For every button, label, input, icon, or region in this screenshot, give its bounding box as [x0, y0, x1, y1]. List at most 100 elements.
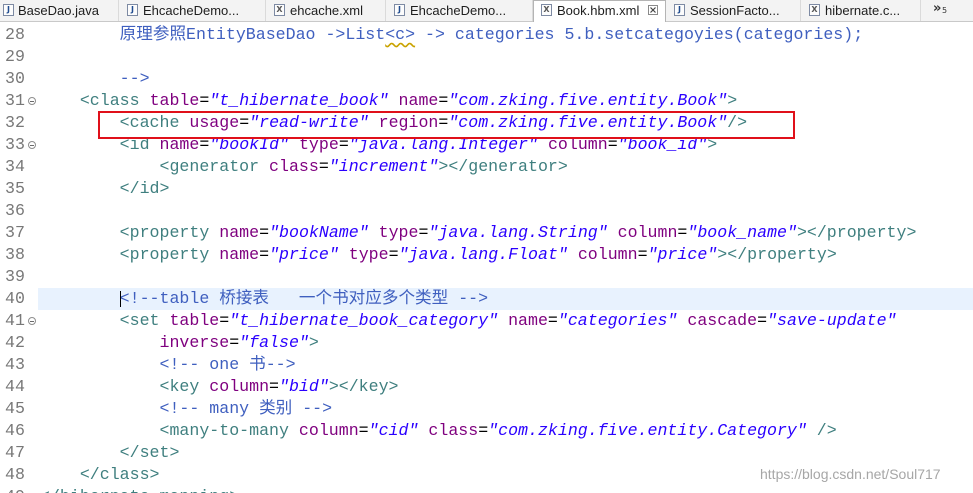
code-token-attr: type: [348, 245, 389, 264]
code-token-txt: =: [757, 311, 768, 330]
code-text: <!--table 桥接表 一个书对应多个类型 -->: [40, 288, 488, 310]
code-line[interactable]: 43 <!-- one 书-->: [0, 354, 973, 376]
code-token-val: "java.lang.String": [428, 223, 608, 242]
code-text: <cache usage="read-write" region="com.zk…: [40, 112, 747, 134]
code-line[interactable]: 44 <key column="bid"></key>: [0, 376, 973, 398]
code-text: </set>: [40, 442, 180, 464]
code-token-txt: =: [318, 157, 329, 176]
code-token-val: "book_id": [617, 135, 708, 154]
tab-hibernate-cfg-xml[interactable]: hibernate.c...: [801, 0, 921, 21]
code-token-attr: column: [617, 223, 678, 242]
line-number: 41: [5, 311, 25, 330]
code-line[interactable]: 29: [0, 46, 973, 68]
tab-book-hbm-xml[interactable]: Book.hbm.xml: [533, 0, 666, 22]
code-text: </class>: [40, 464, 160, 486]
tab-ehcache-xml[interactable]: ehcache.xml: [266, 0, 386, 21]
code-line[interactable]: 36: [0, 200, 973, 222]
code-text: <key column="bid"></key>: [40, 376, 398, 398]
code-line[interactable]: 46 <many-to-many column="cid" class="com…: [0, 420, 973, 442]
code-token-txt: =: [219, 311, 230, 330]
tab-sessionfactory-java[interactable]: SessionFacto...: [666, 0, 801, 21]
tab-basedao-java[interactable]: BaseDao.java: [0, 0, 119, 21]
tab-label: ehcache.xml: [290, 3, 363, 18]
code-token-attr: column: [577, 245, 638, 264]
tab-label: hibernate.c...: [825, 3, 901, 18]
tab-label: SessionFacto...: [690, 3, 780, 18]
code-token-attr: class: [428, 421, 479, 440]
code-token-cmt: <!-- one 书-->: [40, 355, 296, 374]
line-number: 49: [5, 486, 25, 493]
code-token-tag: >: [707, 135, 718, 154]
code-text: <id name="bookId" type="java.lang.Intege…: [40, 134, 718, 156]
code-line[interactable]: 47 </set>: [0, 442, 973, 464]
code-line[interactable]: 38 <property name="price" type="java.lan…: [0, 244, 973, 266]
code-token-attr: type: [378, 223, 419, 242]
code-token-val: "java.lang.Float": [398, 245, 568, 264]
code-token-txt: =: [199, 135, 210, 154]
fold-collapse-icon[interactable]: [28, 317, 36, 325]
code-token-tag: />: [727, 113, 748, 132]
code-token-attr: class: [269, 157, 319, 176]
code-token-attr: name: [398, 91, 439, 110]
code-lines: 28 原理参照EntityBaseDao ->List<c> -> catego…: [0, 24, 973, 493]
code-token-cmt: -> categories 5.b.setcategoyies(categori…: [415, 25, 864, 44]
tab-ehcachedemo-java[interactable]: EhcacheDemo...: [119, 0, 266, 21]
code-token-attr: inverse: [40, 333, 230, 352]
tab-ehcachedemo-java-2[interactable]: EhcacheDemo...: [386, 0, 533, 21]
code-line[interactable]: 49 </hibernate-mapping>: [0, 486, 973, 493]
code-line[interactable]: 39: [0, 266, 973, 288]
editor-tab-bar: BaseDao.java EhcacheDemo... ehcache.xml …: [0, 0, 973, 22]
tab-overflow-button[interactable]: » 5: [933, 0, 957, 21]
line-number: 47: [5, 443, 25, 462]
line-number: 33: [5, 135, 25, 154]
code-text: <set table="t_hibernate_book_category" n…: [40, 310, 897, 332]
code-line[interactable]: 37 <property name="bookName" type="java.…: [0, 222, 973, 244]
code-token-tag: ></property>: [796, 223, 917, 242]
code-line[interactable]: 32 <cache usage="read-write" region="com…: [0, 112, 973, 134]
code-token-txt: =: [338, 135, 349, 154]
code-line[interactable]: 45 <!-- many 类别 -->: [0, 398, 973, 420]
code-line[interactable]: 35 </id>: [0, 178, 973, 200]
code-line[interactable]: 34 <generator class="increment"></genera…: [0, 156, 973, 178]
close-icon[interactable]: [648, 5, 658, 15]
tab-label: Book.hbm.xml: [557, 3, 640, 18]
fold-collapse-icon[interactable]: [28, 97, 36, 105]
code-line[interactable]: 30 -->: [0, 68, 973, 90]
line-number: 37: [5, 223, 25, 242]
code-text: </id>: [40, 178, 170, 200]
code-line[interactable]: 28 原理参照EntityBaseDao ->List<c> -> catego…: [0, 24, 973, 46]
code-line[interactable]: 42 inverse="false">: [0, 332, 973, 354]
code-line[interactable]: 41 <set table="t_hibernate_book_category…: [0, 310, 973, 332]
code-token-cmt: <!--table 桥接表 一个书对应多个类型 -->: [40, 289, 489, 308]
code-token-val: "save-update": [767, 311, 897, 330]
line-number: 31: [5, 91, 25, 110]
code-line[interactable]: 31 <class table="t_hibernate_book" name=…: [0, 90, 973, 112]
code-text: <!-- many 类别 -->: [40, 398, 332, 420]
code-token-tag: <property: [40, 245, 210, 264]
current-code-line[interactable]: 40 <!--table 桥接表 一个书对应多个类型 -->: [0, 288, 973, 310]
fold-collapse-icon[interactable]: [28, 141, 36, 149]
line-number: 30: [5, 69, 25, 88]
code-token-txt: =: [259, 245, 270, 264]
code-token-txt: =: [199, 91, 210, 110]
code-line[interactable]: 33 <id name="bookId" type="java.lang.Int…: [0, 134, 973, 156]
xml-source-editor[interactable]: 28 原理参照EntityBaseDao ->List<c> -> catego…: [0, 22, 973, 493]
line-number: 36: [5, 201, 25, 220]
code-token-val: "com.zking.five.entity.Category": [488, 421, 807, 440]
code-token-tag: >: [727, 91, 738, 110]
code-text: <class table="t_hibernate_book" name="co…: [40, 90, 737, 112]
code-token-val: "categories": [557, 311, 678, 330]
code-token-txt: =: [418, 223, 429, 242]
